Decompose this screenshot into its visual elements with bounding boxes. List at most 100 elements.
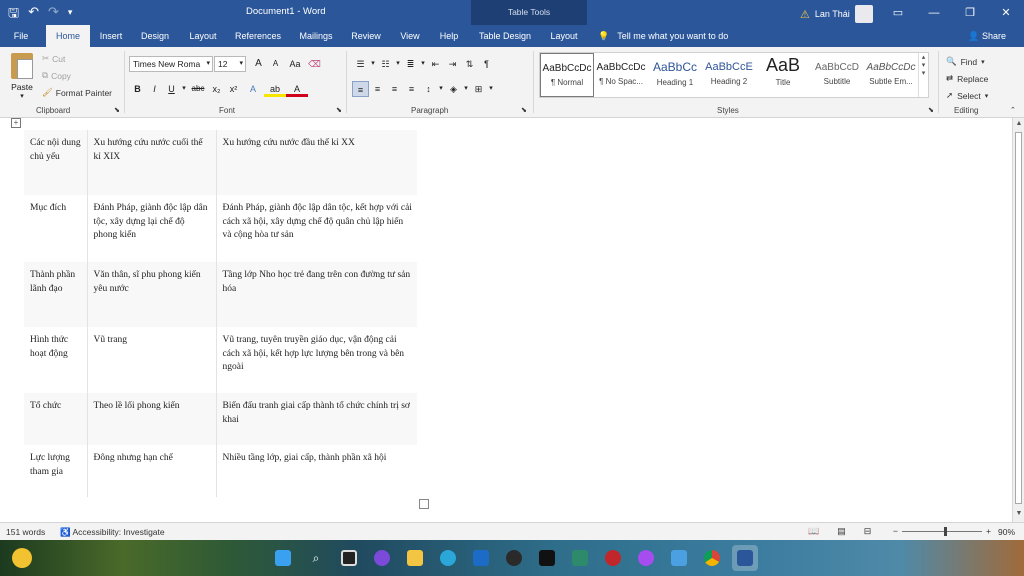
font-name-box[interactable]: Times New Roma ▾ (129, 56, 213, 72)
style-heading-1[interactable]: AaBbCc Heading 1 (648, 53, 702, 97)
tab-table-layout[interactable]: Layout (544, 25, 584, 47)
highlight-button[interactable]: ab (264, 81, 286, 97)
style-no-spacing[interactable]: AaBbCcDc ¶ No Spac... (594, 53, 648, 97)
table-cell[interactable]: Vũ trang (86, 327, 216, 393)
find-button[interactable]: 🔍 Find ▾ (946, 53, 988, 70)
share-button[interactable]: 👤 Share (968, 25, 1006, 47)
table-resize-handle[interactable] (419, 499, 429, 509)
user-name[interactable]: Lan Thái (815, 9, 850, 19)
chevron-down-icon[interactable]: ▾ (462, 81, 470, 97)
style-normal[interactable]: AaBbCcDc ¶ Normal (540, 53, 594, 97)
chevron-down-icon[interactable]: ▾ (180, 81, 188, 97)
table-cell[interactable]: Xu hướng cứu nước đầu thế kỉ XX (215, 130, 417, 195)
undo-icon[interactable]: ↶ (28, 4, 39, 26)
subscript-button[interactable]: x₂ (208, 81, 225, 97)
font-size-box[interactable]: 12 ▾ (214, 56, 246, 72)
windows-start-icon[interactable] (270, 545, 296, 571)
scroll-up-icon[interactable]: ▲ (1014, 120, 1024, 130)
tab-layout[interactable]: Layout (184, 25, 222, 47)
table-row[interactable]: Tổ chức Theo lề lối phong kiến Biến đấu … (24, 393, 417, 445)
decrease-indent-icon[interactable]: ⇤ (427, 56, 444, 72)
print-layout-icon[interactable]: ▤ (837, 526, 846, 537)
table-row[interactable]: Các nội dung chủ yếu Xu hướng cứu nước c… (24, 130, 417, 195)
chevron-down-icon[interactable]: ▾ (206, 57, 210, 71)
tab-help[interactable]: Help (434, 25, 464, 47)
word-count[interactable]: 151 words (6, 527, 45, 537)
paragraph-launcher-icon[interactable]: ⬊ (521, 106, 527, 114)
select-button[interactable]: ➚ Select ▾ (946, 87, 988, 104)
table-row[interactable]: Thành phần lãnh đạo Văn thân, sĩ phu pho… (24, 262, 417, 327)
chevron-down-icon[interactable]: ▾ (985, 92, 989, 100)
line-spacing-icon[interactable]: ↕ (420, 81, 437, 97)
weather-icon[interactable] (12, 548, 32, 568)
chevron-down-icon[interactable]: ▾ (487, 81, 495, 97)
bullets-icon[interactable]: ☰ (352, 56, 369, 72)
zoom-icon[interactable] (369, 545, 395, 571)
tab-review[interactable]: Review (346, 25, 386, 47)
zoom-percentage[interactable]: 90% (998, 527, 1015, 537)
redo-icon[interactable]: ↷ (48, 4, 59, 26)
web-layout-icon[interactable]: ⊟ (864, 526, 872, 537)
strikethrough-button[interactable]: abc (188, 81, 208, 97)
tab-file[interactable]: File (6, 25, 36, 47)
chevron-down-icon[interactable]: ▾ (8, 92, 36, 100)
table-cell[interactable]: Các nội dung chủ yếu (24, 130, 87, 195)
style-subtle-emphasis[interactable]: AaBbCcDc Subtle Em... (864, 53, 918, 97)
store-icon[interactable] (468, 545, 494, 571)
accessibility-status[interactable]: ♿ Accessibility: Investigate (60, 527, 165, 538)
table-cell[interactable]: Tổ chức (24, 393, 87, 445)
zoom-out-button[interactable]: − (893, 526, 898, 536)
sort-icon[interactable]: ⇅ (461, 56, 478, 72)
replace-button[interactable]: ⇄ Replace (946, 70, 988, 87)
table-move-handle-icon[interactable]: + (11, 118, 21, 128)
tab-design[interactable]: Design (136, 25, 174, 47)
photos-icon[interactable] (666, 545, 692, 571)
clear-formatting-icon[interactable]: ⌫ (306, 56, 323, 72)
zoom-slider-knob[interactable] (943, 526, 947, 536)
tab-mailings[interactable]: Mailings (294, 25, 338, 47)
table-cell[interactable]: Nhiều tầng lớp, giai cấp, thành phần xã … (215, 445, 417, 497)
table-cell[interactable]: Vũ trang, tuyên truyền giáo dục, vận độn… (215, 327, 417, 393)
shading-icon[interactable]: ◈ (445, 81, 462, 97)
close-icon[interactable]: ✕ (988, 0, 1024, 25)
user-area[interactable]: ⚠ Lan Thái (800, 5, 873, 23)
ribbon-display-icon[interactable]: ▭ (880, 0, 916, 25)
tell-me-text[interactable]: Tell me what you want to do (617, 25, 728, 47)
search-icon[interactable]: ⌕ (303, 545, 329, 571)
superscript-button[interactable]: x² (225, 81, 242, 97)
document-page[interactable]: + Các nội dung chủ yếu Xu hướng cứu nước… (0, 118, 1012, 522)
table-cell[interactable]: Hình thức hoạt động (24, 327, 87, 393)
minimize-icon[interactable]: — (916, 0, 952, 25)
restore-icon[interactable]: ❐ (952, 0, 988, 25)
style-heading-2[interactable]: AaBbCcE Heading 2 (702, 53, 756, 97)
text-effects-button[interactable]: A (242, 81, 264, 97)
underline-button[interactable]: U (163, 81, 180, 97)
table-cell[interactable]: Biến đấu tranh giai cấp thành tổ chức ch… (215, 393, 417, 445)
tiktok-icon[interactable] (534, 545, 560, 571)
comparison-table[interactable]: Các nội dung chủ yếu Xu hướng cứu nước c… (24, 130, 417, 497)
italic-button[interactable]: I (146, 81, 163, 97)
styles-scroll[interactable]: ▴ ▾ ▾ (918, 53, 928, 97)
table-row[interactable]: Mục đích Đánh Pháp, giành độc lập dân tộ… (24, 195, 417, 262)
table-row[interactable]: Hình thức hoạt động Vũ trang Vũ trang, t… (24, 327, 417, 393)
font-color-button[interactable]: A (286, 81, 308, 97)
tab-view[interactable]: View (394, 25, 426, 47)
chrome-icon[interactable] (699, 545, 725, 571)
increase-indent-icon[interactable]: ⇥ (444, 56, 461, 72)
styles-launcher-icon[interactable]: ⬊ (928, 106, 934, 114)
align-center-icon[interactable]: ≡ (369, 81, 386, 97)
style-title[interactable]: AaB Title (756, 53, 810, 97)
chevron-down-icon[interactable]: ▾ (981, 58, 985, 66)
table-cell[interactable]: Tầng lớp Nho học trẻ đang trên con đường… (215, 262, 417, 327)
collapse-ribbon-icon[interactable]: ⌃ (1010, 106, 1016, 114)
justify-icon[interactable]: ≡ (403, 81, 420, 97)
word-icon[interactable] (732, 545, 758, 571)
table-cell[interactable]: Theo lề lối phong kiến (86, 393, 216, 445)
chevron-down-icon[interactable]: ▾ (437, 81, 445, 97)
tell-me-box[interactable]: 💡 Tell me what you want to do (598, 25, 728, 47)
messenger-icon[interactable] (633, 545, 659, 571)
bold-button[interactable]: B (129, 81, 146, 97)
table-cell[interactable]: Văn thân, sĩ phu phong kiến yêu nước (86, 262, 216, 327)
copy-button[interactable]: ⧉ Copy (42, 70, 71, 81)
tab-home[interactable]: Home (46, 25, 90, 47)
